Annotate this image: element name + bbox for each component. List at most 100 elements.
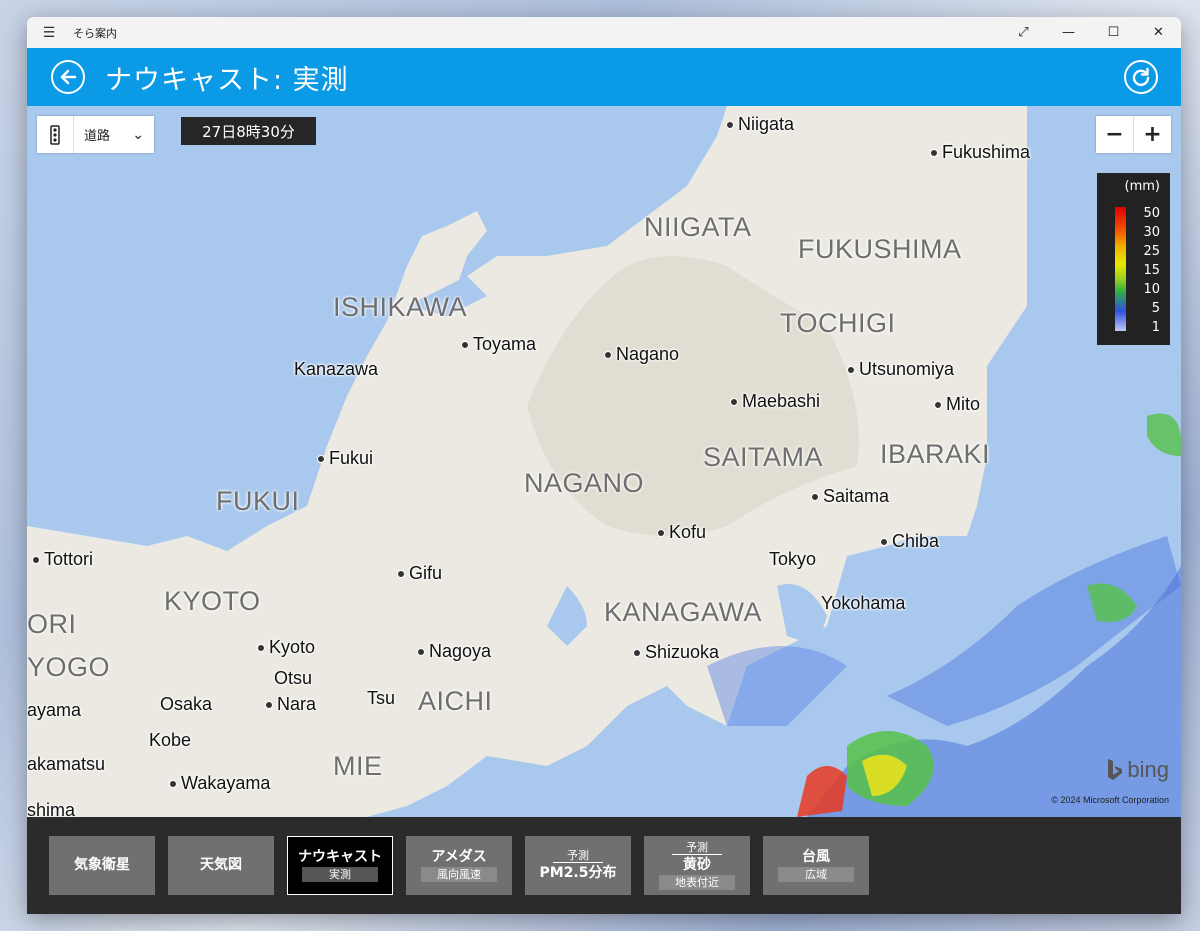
- traffic-light-icon: [37, 116, 74, 153]
- city-tottori: Tottori: [32, 549, 93, 570]
- city-tokushima-partial: shima: [27, 800, 76, 817]
- city-otsu: Otsu: [274, 668, 313, 688]
- city-okayama-partial: ayama: [27, 700, 82, 720]
- app-window: ☰ そら案内 ⤢ — ☐ ✕ ナウキャスト: 実測 Niigata Fukush…: [27, 17, 1181, 914]
- page-title: ナウキャスト: 実測: [105, 64, 349, 96]
- tab-label: アメダス: [431, 849, 487, 865]
- pref-kanagawa: KANAGAWA: [604, 597, 763, 627]
- hamburger-icon[interactable]: ☰: [27, 25, 71, 41]
- layer-tab-bar: 気象衛星 天気図 ナウキャスト 実測 アメダス 風向風速 予測 PM2.5分布 …: [27, 817, 1181, 914]
- tab-yellow-sand[interactable]: 予測 黄砂 地表付近: [644, 836, 750, 895]
- tab-nowcast[interactable]: ナウキャスト 実測: [287, 836, 393, 895]
- tab-label: ナウキャスト: [298, 849, 382, 865]
- zoom-out-button[interactable]: −: [1096, 116, 1134, 153]
- pref-niigata: NIIGATA: [644, 212, 752, 242]
- tab-sublabel: 広域: [778, 867, 854, 882]
- city-chiba: Chiba: [880, 531, 939, 552]
- weather-map[interactable]: Niigata Fukushima Toyama Kanazawa Nagano…: [27, 106, 1181, 817]
- pref-mie: MIE: [333, 751, 383, 781]
- map-style-label: 道路: [84, 129, 111, 144]
- city-fukushima: Fukushima: [930, 142, 1030, 163]
- city-toyama: Toyama: [461, 334, 536, 355]
- city-saitama: Saitama: [811, 486, 889, 507]
- map-copyright: © 2024 Microsoft Corporation: [1051, 795, 1169, 805]
- legend-unit: (mm): [1124, 179, 1160, 194]
- tab-label: 台風: [802, 849, 830, 865]
- refresh-icon: [1132, 67, 1150, 87]
- city-kanazawa: Kanazawa: [294, 359, 379, 379]
- legend-level: 15: [1143, 263, 1160, 278]
- title-bar: ☰ そら案内 ⤢ — ☐ ✕: [27, 17, 1181, 48]
- tab-satellite[interactable]: 気象衛星: [49, 836, 155, 895]
- city-kobe: Kobe: [149, 730, 192, 750]
- city-nagoya: Nagoya: [417, 641, 491, 662]
- city-wakayama: Wakayama: [169, 773, 270, 794]
- minimize-button[interactable]: —: [1046, 17, 1091, 48]
- legend-level: 1: [1151, 320, 1160, 335]
- tab-label: PM2.5分布: [539, 865, 617, 881]
- tab-sublabel: 風向風速: [421, 867, 497, 882]
- chevron-down-icon: ⌄: [132, 126, 144, 143]
- tab-forecast-label: 予測: [672, 841, 722, 855]
- city-tokyo: Tokyo: [769, 549, 817, 569]
- city-niigata: Niigata: [726, 114, 794, 135]
- pref-hyogo-partial: YOGO: [27, 652, 111, 682]
- observation-time: 27日8時30分: [181, 117, 316, 145]
- zoom-in-button[interactable]: +: [1134, 116, 1171, 153]
- city-kyoto: Kyoto: [257, 637, 315, 658]
- tab-label: 天気図: [200, 857, 242, 873]
- back-button[interactable]: [51, 60, 85, 94]
- city-fukui: Fukui: [317, 448, 373, 469]
- legend-level: 10: [1143, 282, 1160, 297]
- city-kofu: Kofu: [657, 522, 706, 543]
- city-osaka: Osaka: [160, 694, 213, 714]
- pref-fukui: FUKUI: [216, 486, 300, 516]
- legend-level: 50: [1143, 206, 1160, 221]
- zoom-controls: − +: [1096, 116, 1171, 153]
- tab-label: 黄砂: [683, 857, 711, 873]
- window-title: そら案内: [73, 26, 117, 40]
- city-mito: Mito: [934, 394, 980, 415]
- pref-nagano: NAGANO: [524, 468, 645, 498]
- city-shizuoka: Shizuoka: [633, 642, 719, 663]
- bing-logo: bing: [1106, 757, 1169, 783]
- tab-pm25[interactable]: 予測 PM2.5分布: [525, 836, 631, 895]
- city-takamatsu-partial: akamatsu: [27, 754, 106, 774]
- bing-label: bing: [1127, 757, 1169, 782]
- back-arrow-icon: [60, 69, 77, 85]
- pref-saitama: SAITAMA: [703, 442, 824, 472]
- app-header: ナウキャスト: 実測: [27, 48, 1181, 106]
- legend-level: 30: [1143, 225, 1160, 240]
- pref-tochigi: TOCHIGI: [780, 308, 896, 338]
- city-tsu: Tsu: [367, 688, 396, 708]
- legend-level: 5: [1151, 301, 1160, 316]
- city-nagano: Nagano: [604, 344, 679, 365]
- pref-ibaraki: IBARAKI: [880, 439, 991, 469]
- refresh-button[interactable]: [1124, 60, 1158, 94]
- fullscreen-icon[interactable]: ⤢: [1001, 17, 1046, 48]
- city-maebashi: Maebashi: [730, 391, 820, 412]
- pref-kyoto: KYOTO: [164, 586, 261, 616]
- city-nara: Nara: [265, 694, 316, 715]
- city-utsunomiya: Utsunomiya: [847, 359, 954, 380]
- legend-level: 25: [1143, 244, 1160, 259]
- bing-icon: [1108, 759, 1123, 780]
- pref-aichi: AICHI: [418, 686, 493, 716]
- pref-ishikawa: ISHIKAWA: [333, 292, 468, 322]
- close-button[interactable]: ✕: [1136, 17, 1181, 48]
- tab-sublabel: 実測: [302, 867, 378, 882]
- tab-sublabel: 地表付近: [659, 875, 735, 890]
- tab-weather-chart[interactable]: 天気図: [168, 836, 274, 895]
- legend-color-bar: [1115, 207, 1126, 331]
- tab-label: 気象衛星: [74, 857, 130, 873]
- city-yokohama: Yokohama: [821, 593, 906, 613]
- precipitation-legend: (mm) 50 30 25 15 10 5 1: [1097, 173, 1170, 345]
- map-style-select[interactable]: 道路 ⌄: [37, 116, 154, 153]
- maximize-button[interactable]: ☐: [1091, 17, 1136, 48]
- tab-forecast-label: 予測: [553, 849, 603, 863]
- tab-typhoon[interactable]: 台風 広域: [763, 836, 869, 895]
- pref-tottori-partial: ORI: [27, 609, 77, 639]
- tab-amedas[interactable]: アメダス 風向風速: [406, 836, 512, 895]
- pref-fukushima: FUKUSHIMA: [798, 234, 962, 264]
- city-gifu: Gifu: [397, 563, 442, 584]
